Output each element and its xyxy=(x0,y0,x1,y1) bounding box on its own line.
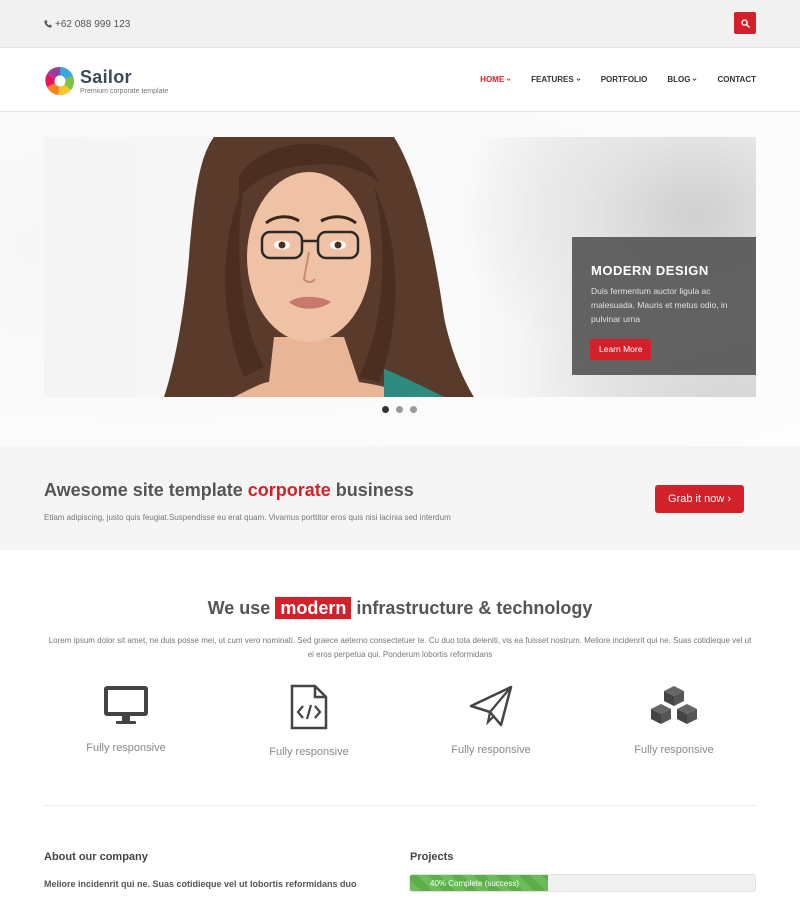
phone-number: +62 088 999 123 xyxy=(55,19,131,30)
brand-name[interactable]: Sailor xyxy=(80,67,132,88)
feature-item: Fully responsive xyxy=(56,684,196,754)
feature-label: Fully responsive xyxy=(451,744,531,756)
feature-item: Fully responsive xyxy=(604,684,744,756)
site-header: Sailor Premium corporate template HOME F… xyxy=(0,48,800,112)
phone-contact: +62 088 999 123 xyxy=(44,19,130,30)
slider-dot-2[interactable] xyxy=(396,406,403,413)
slider-dot-3[interactable] xyxy=(410,406,417,413)
grab-it-now-button[interactable]: Grab it now › xyxy=(655,485,744,513)
slider-dot-1[interactable] xyxy=(382,406,389,413)
features-title: We use modern infrastructure & technolog… xyxy=(0,597,800,619)
nav-contact[interactable]: CONTACT xyxy=(717,75,756,84)
sailor-logo-icon[interactable] xyxy=(44,65,76,97)
about-title: About our company xyxy=(44,851,148,863)
nav-home-label: HOME xyxy=(480,75,505,84)
nav-features-label: FEATURES xyxy=(531,75,574,84)
nav-blog-label: BLOG xyxy=(667,75,691,84)
phone-icon xyxy=(44,20,52,28)
nav-home[interactable]: HOME xyxy=(480,75,511,84)
cta-title: Awesome site template corporate business xyxy=(44,480,414,501)
slide-caption-text: Duis fermentum auctor ligula ac malesuad… xyxy=(591,286,728,324)
project-progress-bar: 40% Complete (success) xyxy=(409,874,756,892)
projects-title: Projects xyxy=(410,851,454,863)
main-nav: HOME FEATURES PORTFOLIO BLOG CONTACT xyxy=(460,75,756,84)
section-divider xyxy=(44,805,756,806)
search-button[interactable] xyxy=(734,12,756,34)
progress-bar-fill: 40% Complete (success) xyxy=(410,875,548,891)
chevron-down-icon xyxy=(576,78,581,81)
cta-title-highlight: corporate xyxy=(247,480,331,500)
features-title-highlight: modern xyxy=(275,597,352,619)
nav-portfolio[interactable]: PORTFOLIO xyxy=(601,75,648,84)
slide-caption-title: MODERN DESIGN xyxy=(591,263,709,278)
search-icon xyxy=(740,18,750,28)
feature-label: Fully responsive xyxy=(634,744,714,756)
nav-portfolio-label: PORTFOLIO xyxy=(600,75,648,84)
feature-item: Fully responsive xyxy=(239,684,379,758)
features-title-pre: We use xyxy=(207,598,276,618)
cubes-icon xyxy=(651,686,697,724)
feature-label: Fully responsive xyxy=(269,746,349,758)
features-description: Lorem ipsum dolor sit amet, ne duis poss… xyxy=(48,636,752,659)
cta-title-pre: Awesome site template xyxy=(44,480,248,500)
monitor-icon xyxy=(104,686,148,724)
features-title-post: infrastructure & technology xyxy=(351,598,593,618)
nav-features[interactable]: FEATURES xyxy=(531,75,581,84)
code-file-icon xyxy=(290,684,328,730)
chevron-down-icon xyxy=(693,78,697,81)
slider-pagination xyxy=(382,406,417,413)
brand-tagline: Premium corporate template xyxy=(80,88,169,95)
chevron-down-icon xyxy=(506,78,511,81)
top-bar: +62 088 999 123 xyxy=(0,0,800,48)
feature-label: Fully responsive xyxy=(86,742,166,754)
slide-caption: MODERN DESIGN Duis fermentum auctor ligu… xyxy=(572,237,756,375)
learn-more-button[interactable]: Learn More xyxy=(590,339,652,360)
nav-blog[interactable]: BLOG xyxy=(667,75,697,84)
about-text: Meliore incidenrit qui ne. Suas cotidieq… xyxy=(44,879,357,889)
nav-contact-label: CONTACT xyxy=(717,75,756,84)
cta-title-post: business xyxy=(330,480,414,500)
paper-plane-icon xyxy=(469,685,513,727)
feature-item: Fully responsive xyxy=(421,684,561,756)
cta-subtitle: Etiam adipiscing, justo quis feugiat.Sus… xyxy=(44,513,451,522)
woman-portrait-image xyxy=(164,137,474,397)
